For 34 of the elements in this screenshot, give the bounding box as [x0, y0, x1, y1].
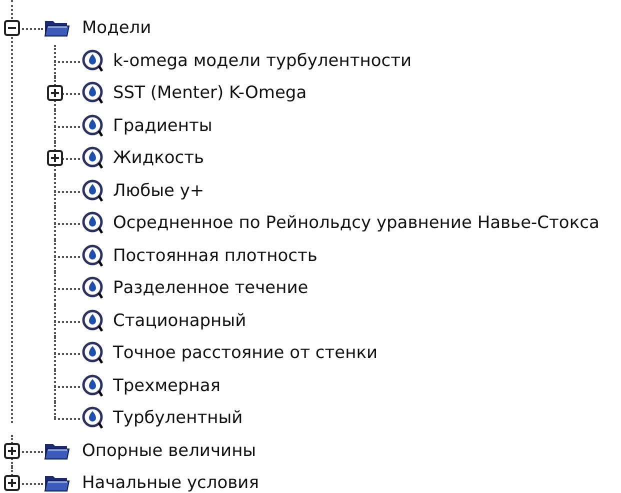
tree-item-label[interactable]: Опорные величины: [82, 440, 256, 461]
tree-item-label[interactable]: Стационарный: [113, 310, 246, 331]
expand-button[interactable]: [4, 475, 20, 492]
model-icon: [81, 374, 105, 398]
model-icon: [81, 211, 105, 236]
model-icon: [81, 308, 105, 333]
model-icon: [81, 341, 105, 366]
model-icon: [81, 406, 105, 430]
folder-icon: [44, 473, 70, 493]
collapse-button[interactable]: [4, 20, 20, 36]
tree-item-label[interactable]: Начальные условия: [82, 473, 259, 493]
tree-item-label[interactable]: Трехмерная: [113, 376, 221, 396]
model-icon: [81, 178, 105, 203]
tree-item-label[interactable]: Разделенное течение: [113, 278, 308, 298]
tree-item-label[interactable]: Модели: [82, 18, 152, 38]
tree-item-label[interactable]: Жидкость: [113, 148, 204, 168]
folder-icon: [44, 18, 70, 38]
model-icon: [81, 48, 105, 73]
expand-button[interactable]: [4, 442, 20, 459]
model-icon: [81, 114, 105, 138]
tree-item-label[interactable]: SST (Menter) K-Omega: [113, 83, 307, 104]
tree-item-label[interactable]: Любые y+: [113, 180, 204, 201]
model-icon: [81, 81, 105, 106]
expand-button[interactable]: [47, 85, 63, 102]
tree-item-label[interactable]: Постоянная плотность: [113, 246, 318, 266]
model-icon: [81, 244, 105, 268]
expand-button[interactable]: [47, 150, 63, 166]
tree-item-label[interactable]: Турбулентный: [113, 408, 243, 428]
tree-item-label[interactable]: k-omega модели турбулентности: [113, 50, 412, 71]
tree-item-label[interactable]: Точное расстояние от стенки: [113, 343, 378, 364]
tree-item-label[interactable]: Осредненное по Рейнольдсу уравнение Навье-Стокса: [113, 213, 600, 234]
model-icon: [81, 276, 105, 300]
model-icon: [81, 146, 105, 170]
tree-item-label[interactable]: Градиенты: [113, 116, 212, 136]
